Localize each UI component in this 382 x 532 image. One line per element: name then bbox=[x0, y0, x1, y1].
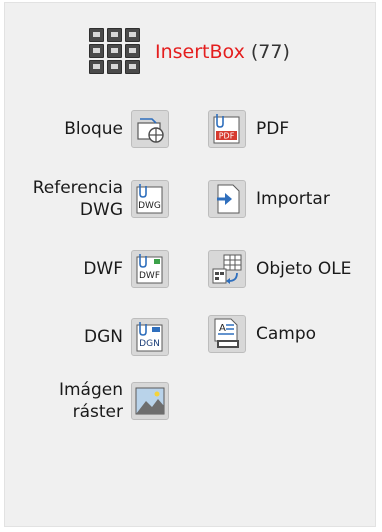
raster-image-label-line1: Imágen bbox=[58, 380, 123, 400]
insert-dwg-reference-button[interactable]: Referencia DWG DWG bbox=[33, 177, 169, 221]
dgn-icon: DGN bbox=[131, 318, 169, 356]
pdf-icon: PDF bbox=[208, 110, 246, 148]
insert-dwf-button[interactable]: DWF DWF bbox=[83, 250, 169, 288]
ole-object-label: Objeto OLE bbox=[256, 259, 352, 279]
svg-text:A: A bbox=[219, 323, 226, 334]
dwg-reference-label-line2: DWG bbox=[79, 200, 123, 220]
dwf-label: DWF bbox=[83, 259, 123, 279]
dwg-badge-text: DWG bbox=[138, 201, 161, 211]
insert-field-button[interactable]: A Campo bbox=[208, 315, 316, 353]
block-icon bbox=[131, 110, 169, 148]
dwf-icon: DWF bbox=[131, 250, 169, 288]
insertbox-panel: InsertBox (77) Bloque Referencia DWG DWG… bbox=[4, 2, 376, 527]
insertbox-grid-icon bbox=[89, 28, 141, 76]
dwf-badge-text: DWF bbox=[139, 271, 160, 281]
field-label: Campo bbox=[256, 324, 317, 344]
insert-raster-image-button[interactable]: Imágen ráster bbox=[59, 379, 169, 423]
raster-image-label: Imágen ráster bbox=[59, 379, 123, 423]
import-button[interactable]: Importar bbox=[208, 180, 330, 218]
insert-pdf-button[interactable]: PDF PDF bbox=[208, 110, 289, 148]
title-count: (77) bbox=[250, 41, 290, 63]
dwg-reference-label: Referencia DWG bbox=[33, 177, 123, 221]
ole-object-icon bbox=[208, 250, 246, 288]
raster-image-icon bbox=[131, 382, 169, 420]
insert-ole-object-button[interactable]: Objeto OLE bbox=[208, 250, 351, 288]
panel-header: InsertBox (77) bbox=[89, 28, 290, 76]
pdf-label: PDF bbox=[256, 119, 290, 139]
dgn-label: DGN bbox=[84, 327, 123, 347]
field-icon: A bbox=[208, 315, 246, 353]
pdf-badge-text: PDF bbox=[219, 132, 235, 141]
import-label: Importar bbox=[256, 189, 330, 209]
dwg-reference-icon: DWG bbox=[131, 180, 169, 218]
insert-dgn-button[interactable]: DGN DGN bbox=[84, 318, 169, 356]
insert-block-label: Bloque bbox=[64, 119, 123, 139]
insert-block-button[interactable]: Bloque bbox=[64, 110, 169, 148]
panel-title: InsertBox (77) bbox=[155, 41, 290, 63]
dgn-badge-text: DGN bbox=[139, 339, 160, 349]
import-icon bbox=[208, 180, 246, 218]
raster-image-label-line2: ráster bbox=[72, 402, 123, 422]
title-name: InsertBox bbox=[155, 41, 245, 63]
dwg-reference-label-line1: Referencia bbox=[32, 178, 123, 198]
